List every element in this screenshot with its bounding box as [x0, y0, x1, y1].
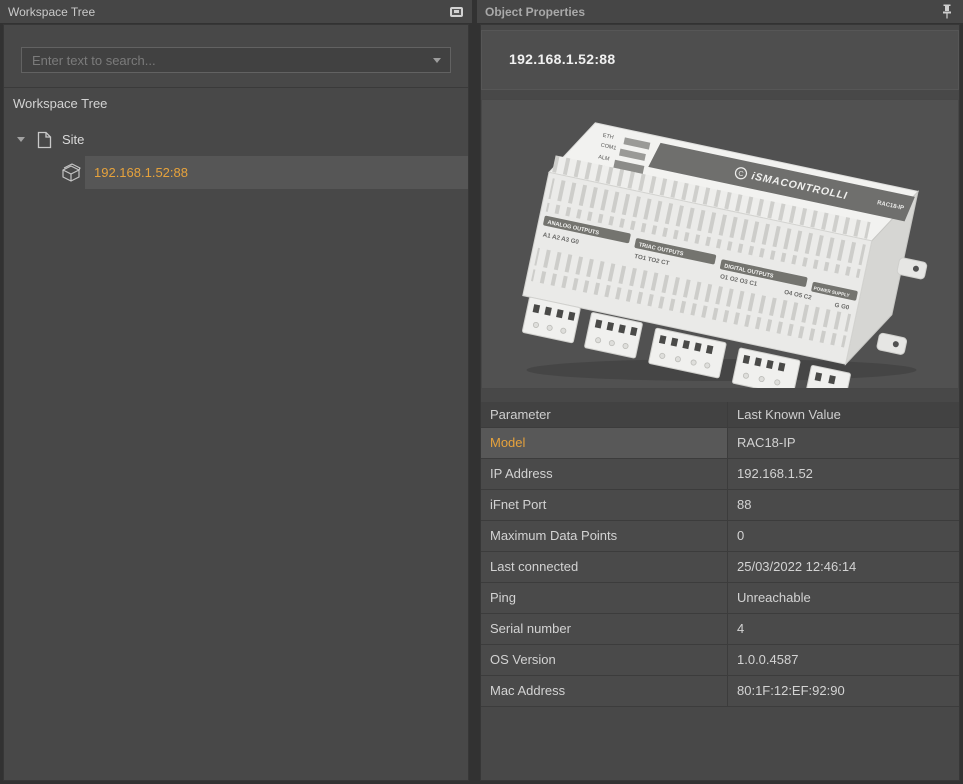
- float-window-icon: [450, 7, 463, 17]
- param-cell[interactable]: iFnet Port: [481, 490, 727, 521]
- object-properties-panel: Object Properties 192.168.1.52:88: [477, 0, 963, 784]
- object-properties-header: Object Properties: [477, 0, 963, 23]
- properties-table: Parameter Last Known Value ModelRAC18-IP…: [481, 402, 959, 707]
- expander-icon[interactable]: [17, 137, 25, 142]
- workspace-tree-body: Workspace Tree Site: [3, 24, 469, 781]
- param-cell[interactable]: Model: [481, 428, 727, 459]
- search-row: [4, 25, 468, 73]
- device-image: C iSMACONTROLLI RAC18-IP ETH COM1 ALM ON: [481, 99, 959, 389]
- workspace-tree-header: Workspace Tree: [0, 0, 472, 23]
- param-cell[interactable]: IP Address: [481, 459, 727, 490]
- value-cell[interactable]: Unreachable: [727, 583, 959, 614]
- param-cell[interactable]: Last connected: [481, 552, 727, 583]
- float-window-button[interactable]: [448, 5, 464, 19]
- param-cell[interactable]: Maximum Data Points: [481, 521, 727, 552]
- tree-item-site-label: Site: [4, 127, 468, 153]
- value-cell[interactable]: 80:1F:12:EF:92:90: [727, 676, 959, 707]
- tree-section-label: Workspace Tree: [4, 87, 468, 117]
- param-cell[interactable]: Ping: [481, 583, 727, 614]
- value-cell[interactable]: RAC18-IP: [727, 428, 959, 459]
- value-cell[interactable]: 4: [727, 614, 959, 645]
- search-combobox[interactable]: [21, 47, 451, 73]
- param-cell[interactable]: OS Version: [481, 645, 727, 676]
- tree-selection-highlight: 192.168.1.52:88: [85, 156, 468, 189]
- object-title-box: 192.168.1.52:88: [481, 30, 959, 90]
- value-cell[interactable]: 88: [727, 490, 959, 521]
- device-cube-icon: [60, 162, 82, 183]
- param-cell[interactable]: Serial number: [481, 614, 727, 645]
- object-title: 192.168.1.52:88: [482, 31, 958, 88]
- site-document-icon: [37, 131, 52, 149]
- object-properties-title: Object Properties: [485, 5, 585, 19]
- value-cell[interactable]: 1.0.0.4587: [727, 645, 959, 676]
- value-cell[interactable]: 0: [727, 521, 959, 552]
- search-input[interactable]: [22, 48, 450, 72]
- workspace-tree-panel: Workspace Tree Workspace Tree: [0, 0, 472, 784]
- object-properties-body: 192.168.1.52:88: [480, 24, 960, 781]
- tree-item-device[interactable]: 192.168.1.52:88: [4, 156, 468, 189]
- value-cell[interactable]: 192.168.1.52: [727, 459, 959, 490]
- pin-icon: [941, 4, 953, 19]
- pin-button[interactable]: [939, 5, 955, 19]
- param-cell[interactable]: Mac Address: [481, 676, 727, 707]
- value-cell[interactable]: 25/03/2022 12:46:14: [727, 552, 959, 583]
- app-window: Workspace Tree Workspace Tree: [0, 0, 963, 784]
- tree-item-site[interactable]: Site: [4, 127, 468, 153]
- column-header-parameter[interactable]: Parameter: [481, 402, 727, 428]
- chevron-down-icon[interactable]: [433, 58, 441, 63]
- device-illustration: C iSMACONTROLLI RAC18-IP ETH COM1 ALM ON: [482, 100, 958, 388]
- workspace-tree-title: Workspace Tree: [8, 5, 95, 19]
- tree-item-device-label: 192.168.1.52:88: [85, 156, 468, 189]
- column-header-last-known-value[interactable]: Last Known Value: [727, 402, 959, 428]
- workspace-tree: Site 192.168.1.52:88: [4, 127, 468, 189]
